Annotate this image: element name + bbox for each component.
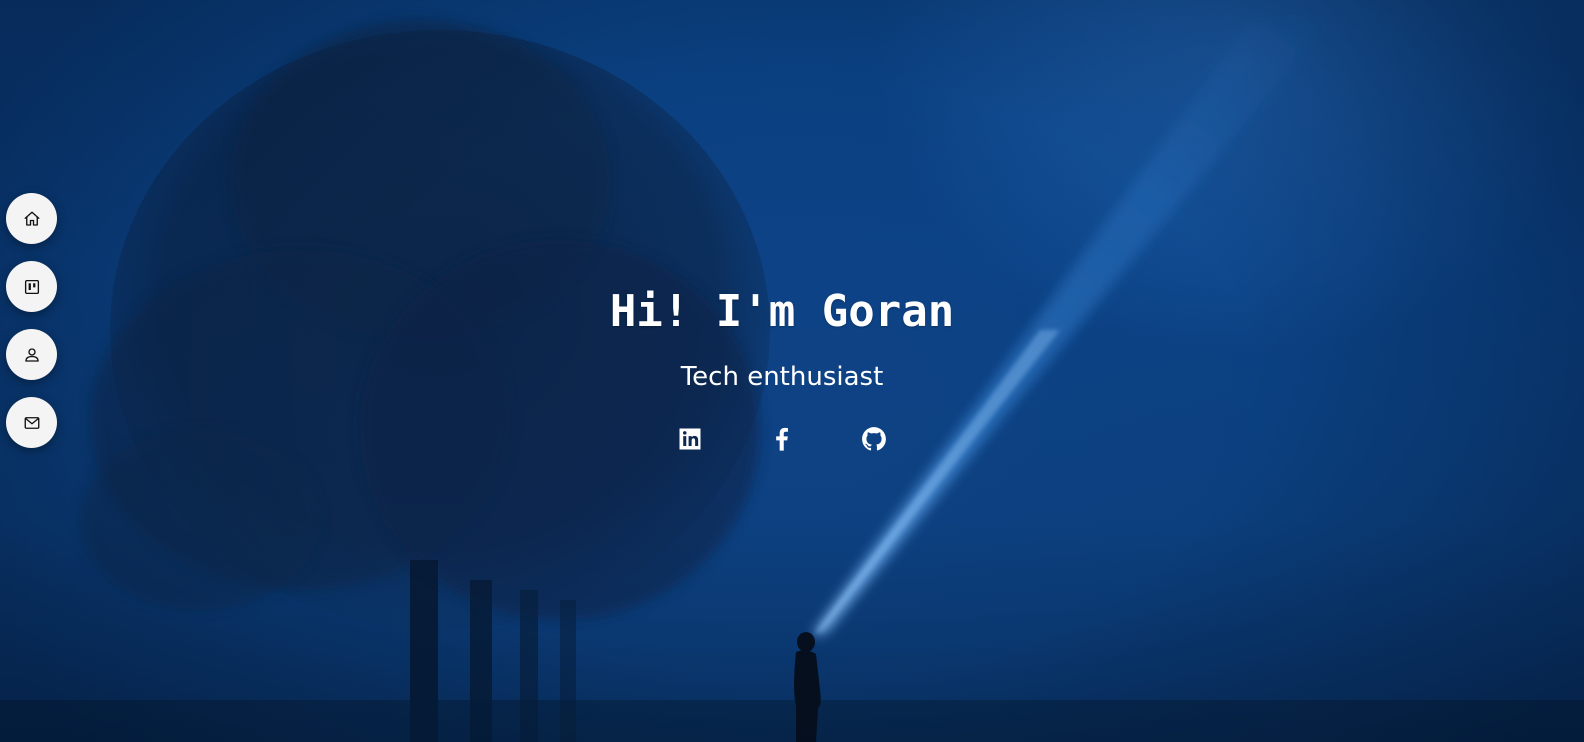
facebook-icon bbox=[776, 427, 788, 451]
nav-home-button[interactable] bbox=[6, 193, 57, 244]
person-silhouette bbox=[794, 632, 821, 742]
home-icon bbox=[24, 211, 39, 226]
social-links bbox=[0, 424, 1564, 454]
hero-subtitle: Tech enthusiast bbox=[680, 362, 884, 392]
linkedin-link[interactable] bbox=[675, 424, 705, 454]
hero-title: Hi! I'm Goran bbox=[609, 286, 955, 337]
hero-content: Hi! I'm Goran Tech enthusiast bbox=[0, 280, 1564, 454]
github-icon bbox=[862, 427, 886, 451]
facebook-link[interactable] bbox=[767, 424, 797, 454]
github-link[interactable] bbox=[859, 424, 889, 454]
hero-section: Hi! I'm Goran Tech enthusiast bbox=[0, 0, 1584, 742]
linkedin-icon bbox=[679, 428, 701, 450]
